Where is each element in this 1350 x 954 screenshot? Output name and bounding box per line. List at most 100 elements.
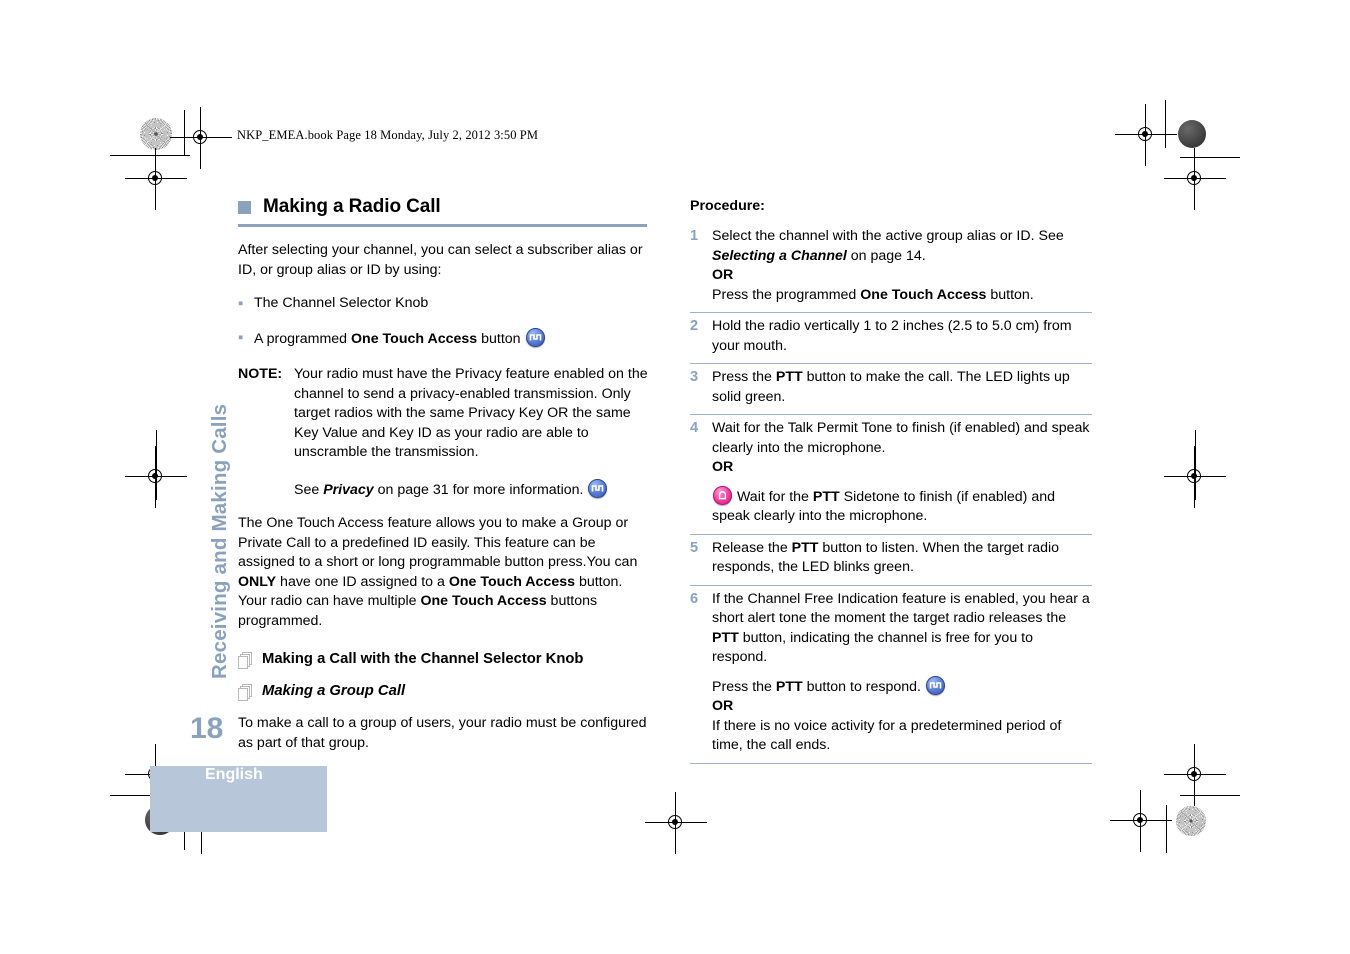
registration-mark-top-right <box>1115 104 1177 166</box>
registration-mark-bottom-center <box>645 792 707 854</box>
list-item-label: A programmed One Touch Access button <box>254 327 546 350</box>
step-line: Press the PTT button to make the call. T… <box>712 368 1092 407</box>
step-number: 3 <box>690 369 699 385</box>
list-item-bold-term: One Touch Access <box>351 330 478 347</box>
section-heading: Making a Radio Call <box>238 196 648 218</box>
one-touch-access-button-icon <box>525 327 545 347</box>
subheading-channel-selector: Making a Call with the Channel Selector … <box>238 651 648 670</box>
step-or-label: OR <box>712 697 1092 717</box>
crop-line-middle-left-vertical <box>156 430 157 500</box>
or-label: OR <box>712 459 734 475</box>
list-item-text: A programmed <box>254 330 351 347</box>
otp-text-2: have one ID assigned to a <box>276 573 449 590</box>
procedure-step: 6 If the Channel Free Indication feature… <box>690 586 1092 764</box>
page-number: 18 <box>190 712 224 745</box>
step-number: 1 <box>690 228 699 244</box>
note-body: Your radio must have the Privacy feature… <box>294 365 648 500</box>
step-or-label: OR <box>712 458 1092 478</box>
chapter-side-tab: Receiving and Making Calls <box>186 385 231 685</box>
bullet-dot-icon: ▪ <box>238 295 244 312</box>
otp-bold-ota-1: One Touch Access <box>448 573 575 590</box>
step-line-alt: If there is no voice activity for a pred… <box>712 717 1062 754</box>
step-bold-term: PTT <box>775 369 803 385</box>
step-bold-term: PTT <box>712 629 739 646</box>
chapter-side-tab-label: Receiving and Making Calls <box>208 403 231 679</box>
step-text-c: Press the <box>712 678 776 695</box>
registration-mark-top-left <box>170 107 232 169</box>
step-text: Wait for the Talk Permit Tone to finish … <box>712 419 1092 527</box>
or-label: OR <box>712 267 734 283</box>
crop-line-left-upper-horizontal <box>110 155 190 156</box>
step-bold-term: PTT <box>812 488 840 505</box>
registration-mark-bottom-right <box>1110 790 1172 852</box>
see-suffix-text: on page 31 for more information. <box>373 481 588 498</box>
subheading-label: Making a Call with the Channel Selector … <box>262 651 584 667</box>
step-text-a: Press the <box>712 369 776 385</box>
procedure-step: 3 Press the PTT button to make the call.… <box>690 364 1092 415</box>
stacked-pages-icon <box>238 684 253 702</box>
closing-paragraph: To make a call to a group of users, your… <box>238 715 647 751</box>
step-text-a: Wait for the <box>733 488 813 505</box>
list-item-text-tail: button <box>477 330 525 347</box>
one-touch-access-paragraph: The One Touch Access feature allows you … <box>238 514 648 631</box>
procedure-label: Procedure: <box>690 198 765 214</box>
note-paragraph: Your radio must have the Privacy feature… <box>294 366 648 460</box>
cross-reference-link[interactable]: Privacy <box>323 482 374 498</box>
left-column: Making a Radio Call After selecting your… <box>238 196 648 753</box>
right-column: Procedure: 1 Select the channel with the… <box>690 198 1092 764</box>
step-number: 4 <box>690 420 699 436</box>
bullet-dot-icon: ▪ <box>238 328 244 346</box>
crop-line-bottom-right-vertical <box>1166 805 1167 853</box>
step-text-a: If the Channel Free Indication feature i… <box>712 590 1090 627</box>
step-or-label: OR <box>712 266 1092 286</box>
section-heading-rule <box>238 224 647 227</box>
step-text-c: Press the programmed <box>712 286 861 303</box>
step-line: Release the PTT button to listen. When t… <box>712 539 1092 578</box>
section-bullet-icon <box>238 200 251 214</box>
step-bold-term: PTT <box>791 539 819 556</box>
note-label: NOTE: <box>238 366 283 382</box>
subheading-group-call: Making a Group Call <box>238 683 648 702</box>
note-see-reference: See Privacy on page 31 for more informat… <box>294 478 648 501</box>
step-text: Press the PTT button to make the call. T… <box>712 368 1092 407</box>
otp-bold-ota-2: One Touch Access <box>420 593 547 609</box>
step-respond-line: Press the PTT button to respond. <box>712 675 1092 698</box>
halftone-dot-bottom-right <box>1176 806 1206 836</box>
crop-line-top-right-vertical <box>1165 100 1166 148</box>
step-text: Release the PTT button to listen. When t… <box>712 539 1092 578</box>
step-text-a: Select the channel with the active group… <box>712 228 1064 244</box>
note-block: NOTE: Your radio must have the Privacy f… <box>238 365 648 500</box>
crop-line-right-lower-horizontal <box>1180 795 1240 796</box>
file-header-stamp: NKP_EMEA.book Page 18 Monday, July 2, 20… <box>237 128 539 142</box>
see-prefix-text: See <box>294 481 324 498</box>
language-footer-label: English <box>205 766 263 783</box>
procedure-step: 5 Release the PTT button to listen. When… <box>690 535 1092 586</box>
solid-dot-top-right <box>1178 120 1206 148</box>
step-text-b: on page 14. <box>846 247 926 264</box>
crop-line-right-upper-horizontal <box>1180 157 1240 158</box>
registration-mark-right-lower <box>1164 744 1226 806</box>
step-text-a: Release the <box>712 539 792 556</box>
one-touch-access-button-icon <box>925 675 945 695</box>
step-line: If the Channel Free Indication feature i… <box>712 590 1092 668</box>
privacy-sidetone-icon <box>713 485 732 505</box>
step-bold-term-2: PTT <box>775 678 803 695</box>
step-text: Hold the radio vertically 1 to 2 inches … <box>712 317 1092 356</box>
crop-line-top-left-vertical <box>184 110 185 155</box>
registration-mark-left-upper <box>125 148 187 210</box>
step-text-d: button to respond. <box>802 678 925 695</box>
step-line: Wait for the Talk Permit Tone to finish … <box>712 420 1090 456</box>
halftone-dot-top-left <box>140 118 172 150</box>
step-number: 5 <box>690 539 699 556</box>
step-text-d: button. <box>986 286 1034 303</box>
step-text-b: button, indicating the channel is free f… <box>712 629 1033 666</box>
crop-line-middle-right-vertical <box>1195 430 1196 500</box>
intro-paragraph: After selecting your channel, you can se… <box>238 242 643 278</box>
procedure-step: 1 Select the channel with the active gro… <box>690 223 1092 313</box>
step-number: 2 <box>690 318 699 334</box>
step-line: Hold the radio vertically 1 to 2 inches … <box>712 318 1072 354</box>
step-text: If the Channel Free Indication feature i… <box>712 590 1092 756</box>
step-line-alt: Press the programmed One Touch Access bu… <box>712 286 1092 306</box>
cross-reference-link[interactable]: Selecting a Channel <box>712 248 847 264</box>
step-line-alt: Wait for the PTT Sidetone to finish (if … <box>712 485 1092 527</box>
